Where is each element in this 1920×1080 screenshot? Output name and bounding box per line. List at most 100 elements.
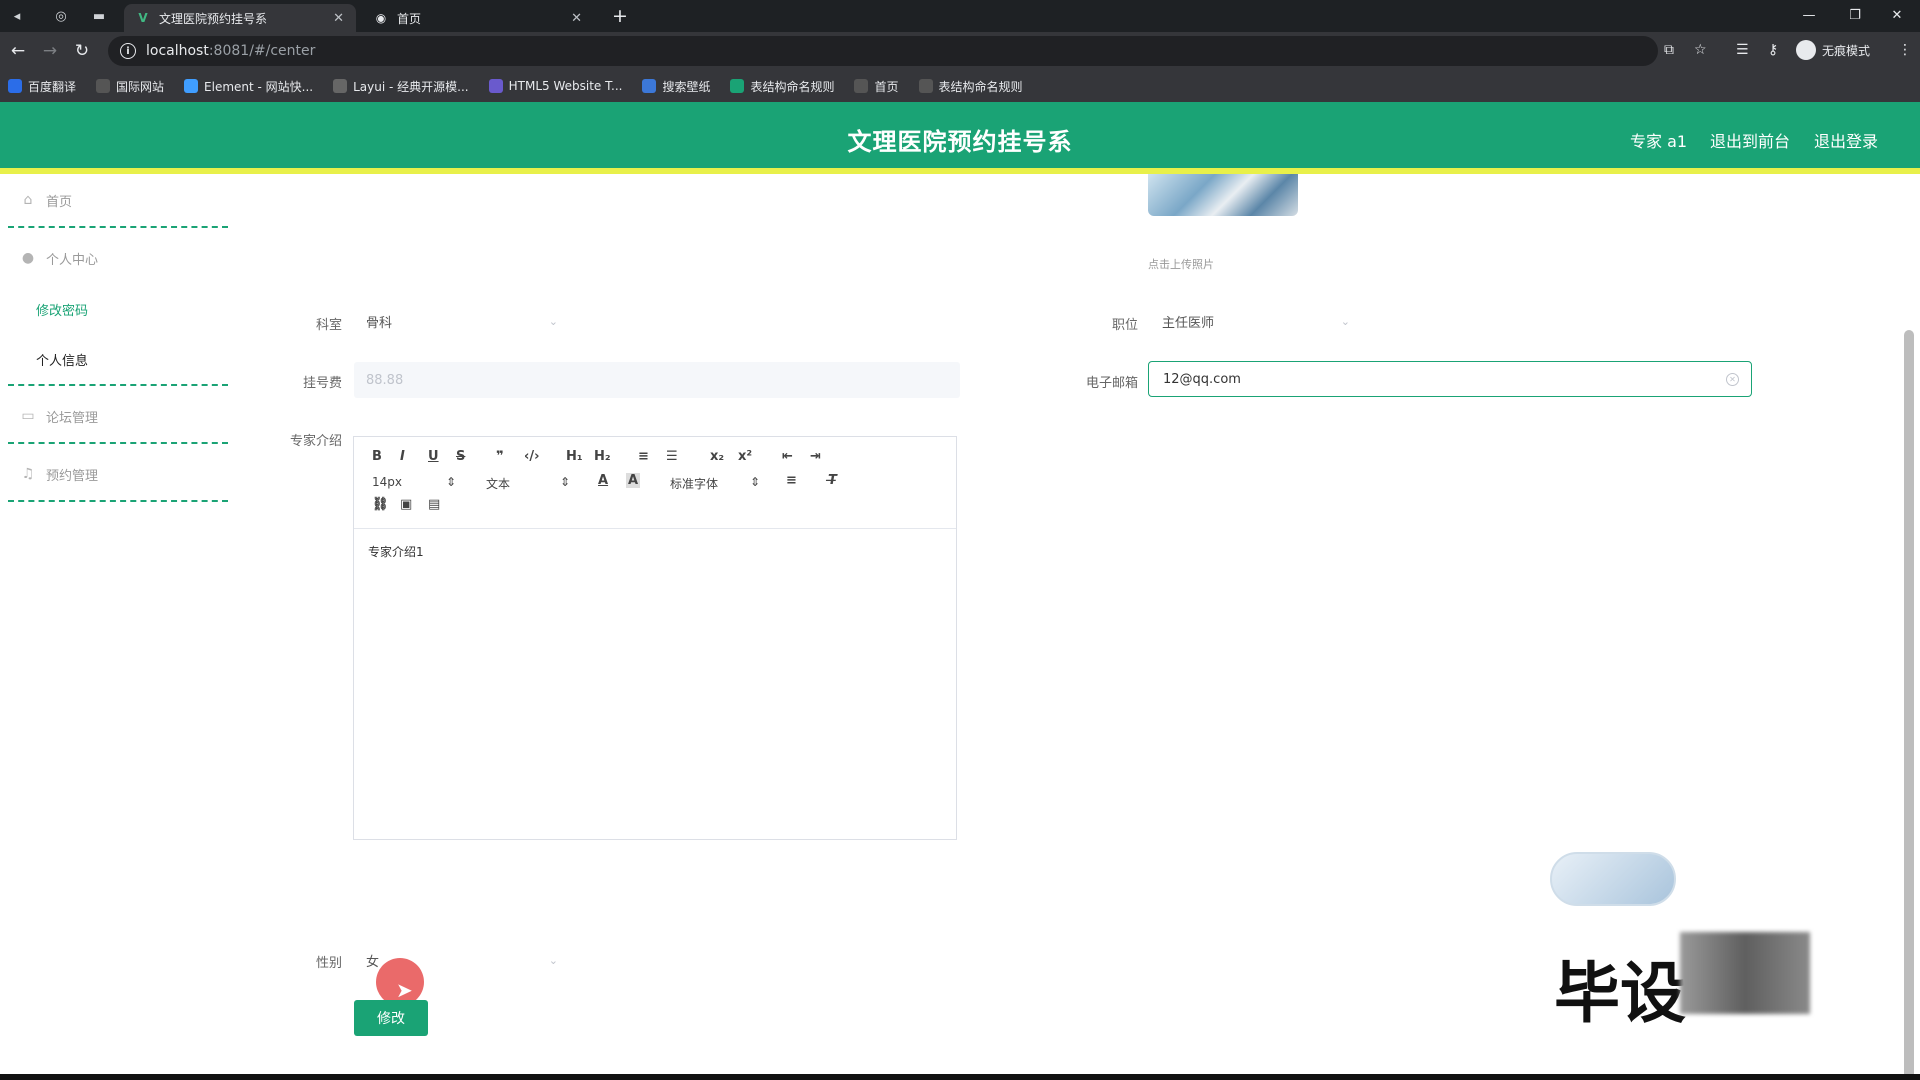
sidebar-item-home[interactable]: ⌂ 首页	[0, 176, 228, 224]
code-icon[interactable]: ‹/›	[524, 449, 539, 464]
close-window-button[interactable]: ✕	[1874, 0, 1920, 30]
link-icon[interactable]: ⛓	[372, 497, 389, 512]
sidebar-subitem-change-password[interactable]: 修改密码	[36, 300, 88, 319]
chat-icon: ▭	[21, 408, 35, 424]
minimize-button[interactable]: —	[1786, 0, 1832, 30]
font-size-select[interactable]: 14px	[372, 475, 402, 489]
heading2-icon[interactable]: H₂	[594, 449, 611, 464]
bookmark-item[interactable]: 百度翻译	[8, 78, 76, 95]
bookmark-label: Layui - 经典开源模...	[353, 79, 469, 94]
key-icon[interactable]: ⚷	[1768, 42, 1778, 58]
clear-format-icon[interactable]: T̶	[828, 473, 837, 488]
position-value: 主任医师	[1162, 315, 1215, 331]
fee-input[interactable]: 88.88	[354, 362, 960, 398]
underline-icon[interactable]: U	[428, 449, 439, 464]
rich-text-editor[interactable]: B I U S ❞ ‹/› H₁ H₂ ≡ ☰ x₂ x² ⇤ ⇥ 14px ⇕…	[353, 436, 957, 840]
bookmark-item[interactable]: 国际网站	[96, 78, 164, 95]
close-tab-icon[interactable]: ✕	[333, 11, 344, 26]
subscript-icon[interactable]: x₂	[710, 449, 724, 464]
intro-text: 专家介绍1	[368, 545, 424, 559]
menu-kebab-icon[interactable]: ⋮	[1898, 42, 1912, 58]
address-bar-row: ← → ↻ i localhost:8081/#/center ⧉ ☆ ☰ ⚷ …	[0, 32, 1920, 70]
logout-link[interactable]: 退出登录	[1814, 128, 1878, 152]
bookmark-label: 国际网站	[116, 79, 165, 94]
avatar-photo[interactable]	[1148, 174, 1298, 216]
video-icon[interactable]: ▤	[428, 497, 440, 512]
bookmark-label: 搜索壁纸	[662, 79, 711, 94]
upload-hint[interactable]: 点击上传照片	[1148, 256, 1214, 272]
font-family-select[interactable]: 标准字体	[670, 475, 718, 492]
tab-hospital[interactable]: V 文理医院预约挂号系 ✕	[124, 4, 356, 32]
bookmark-star-icon[interactable]: ☆	[1694, 42, 1707, 58]
chevron-down-icon: ⌄	[548, 953, 558, 967]
restore-button[interactable]: ❐	[1832, 0, 1878, 30]
speaker-icon[interactable]: ◂	[0, 0, 34, 32]
reading-list-icon[interactable]: ☰	[1736, 42, 1749, 58]
email-field[interactable]: 12@qq.com ✕	[1148, 361, 1752, 397]
blockquote-icon[interactable]: ❞	[496, 449, 504, 464]
font-color-icon[interactable]: A	[598, 473, 608, 488]
sidebar-item-forum[interactable]: ▭ 论坛管理	[0, 392, 228, 440]
editor-toolbar: B I U S ❞ ‹/› H₁ H₂ ≡ ☰ x₂ x² ⇤ ⇥ 14px ⇕…	[354, 437, 956, 529]
table-icon	[730, 79, 745, 93]
close-tab-icon[interactable]: ✕	[571, 11, 582, 26]
forward-arrow-icon[interactable]: →	[38, 39, 62, 63]
mouse-cursor-icon: ➤	[396, 978, 413, 1002]
vue-logo-icon: V	[138, 11, 148, 25]
clear-input-icon[interactable]: ✕	[1726, 372, 1739, 386]
translate-icon[interactable]: ⧉	[1664, 42, 1674, 58]
chevron-updown-icon: ⇕	[560, 475, 571, 489]
sidebar-subitem-personal-info[interactable]: 个人信息	[36, 350, 88, 369]
superscript-icon[interactable]: x²	[738, 449, 752, 464]
editor-content[interactable]: 专家介绍1	[354, 529, 956, 574]
block-format-select[interactable]: 文本	[486, 475, 510, 492]
sidebar-item-appointments[interactable]: ♫ 预约管理	[0, 450, 228, 498]
bullet-list-icon[interactable]: ☰	[666, 449, 678, 464]
strikethrough-icon[interactable]: S	[456, 449, 465, 464]
header-accent-strip	[0, 168, 1920, 174]
watermark-text: 毕设	[1554, 955, 1686, 1032]
department-select[interactable]: 骨科 ⌄	[356, 305, 568, 337]
translate-icon	[8, 79, 22, 93]
indent-icon[interactable]: ⇥	[810, 449, 821, 464]
back-to-frontend-link[interactable]: 退出到前台	[1710, 128, 1790, 152]
browser-app-icon[interactable]: ◎	[44, 0, 78, 32]
bookmark-item[interactable]: 首页	[854, 78, 899, 95]
bookmark-item[interactable]: 表结构命名规则	[918, 78, 1023, 95]
bookmark-item[interactable]: Layui - 经典开源模...	[333, 78, 469, 95]
save-button[interactable]: 修改	[354, 1000, 428, 1036]
ordered-list-icon[interactable]: ≡	[638, 449, 649, 464]
back-arrow-icon[interactable]: ←	[6, 39, 30, 63]
bold-icon[interactable]: B	[372, 449, 382, 464]
align-icon[interactable]: ≡	[786, 473, 797, 488]
italic-icon[interactable]: I	[400, 449, 405, 464]
outdent-icon[interactable]: ⇤	[782, 449, 793, 464]
bookmark-item[interactable]: Element - 网站快...	[184, 78, 313, 95]
new-tab-button[interactable]: +	[612, 4, 628, 28]
background-color-icon[interactable]: A	[626, 473, 641, 488]
sidebar-item-personal-center[interactable]: ● 个人中心	[0, 234, 228, 282]
floating-widget[interactable]	[1550, 852, 1676, 906]
chevron-down-icon: ⌄	[548, 314, 558, 328]
bookmark-item[interactable]: HTML5 Website T...	[488, 79, 622, 93]
site-info-icon[interactable]: i	[120, 43, 136, 59]
browser-tab-strip: ◂ ◎ ▬ V 文理医院预约挂号系 ✕ ◉ 首页 ✕ + — ❐ ✕	[0, 0, 1920, 32]
layui-icon	[333, 79, 348, 93]
reload-icon[interactable]: ↻	[70, 39, 94, 63]
tab-search-icon[interactable]: ▬	[82, 0, 116, 32]
sidebar-divider	[8, 500, 228, 502]
sidebar-item-label: 论坛管理	[46, 410, 99, 426]
heading1-icon[interactable]: H₁	[566, 449, 583, 464]
url-path: :8081/#/center	[208, 43, 316, 59]
incognito-profile[interactable]: 无痕模式	[1796, 40, 1870, 60]
image-icon[interactable]: ▣	[400, 497, 412, 512]
tab-home[interactable]: ◉ 首页 ✕	[362, 4, 594, 32]
position-select[interactable]: 主任医师 ⌄	[1152, 305, 1360, 337]
sidebar: ⌂ 首页 ● 个人中心 修改密码 个人信息 ▭ 论坛管理 ♫ 预约管理	[0, 174, 230, 1080]
bookmark-item[interactable]: 表结构命名规则	[730, 78, 834, 95]
bookmark-item[interactable]: 搜索壁纸	[642, 78, 710, 95]
url-bar[interactable]: i localhost:8081/#/center	[108, 36, 1658, 66]
page-scrollbar[interactable]	[1904, 330, 1914, 1080]
current-user-link[interactable]: 专家 a1	[1630, 128, 1687, 152]
user-icon: ●	[21, 250, 35, 266]
